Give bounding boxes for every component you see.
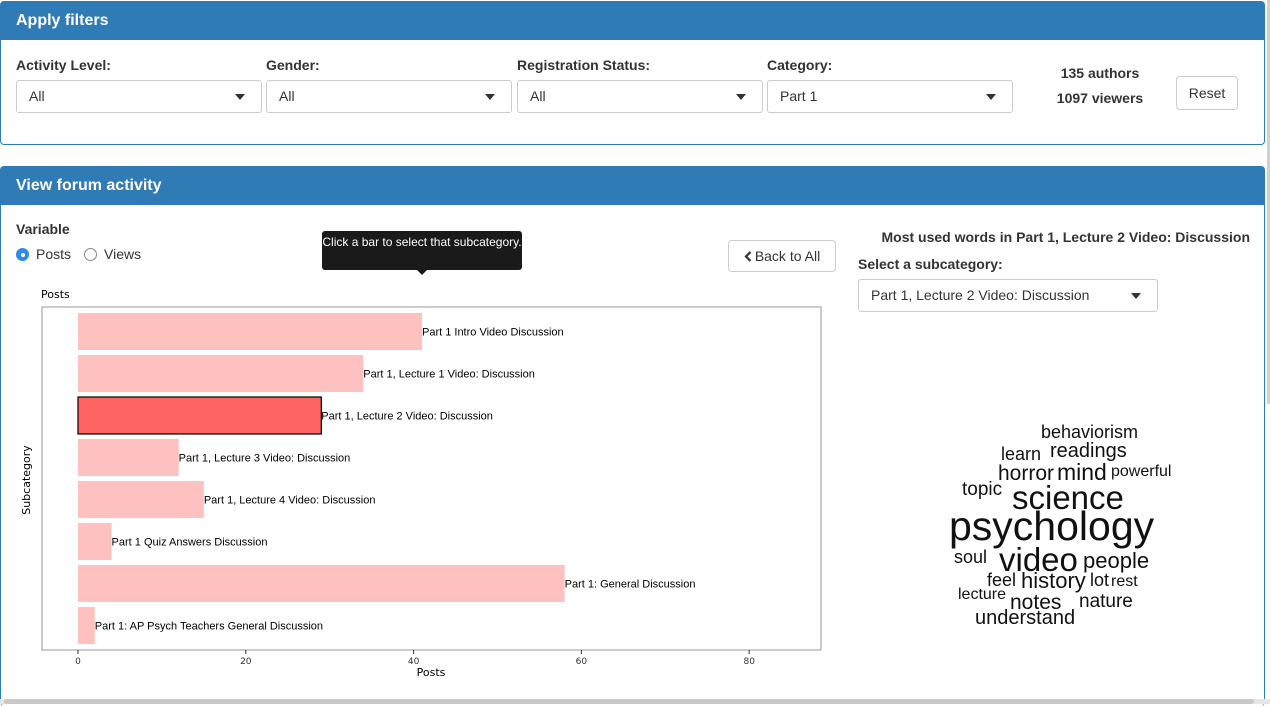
bar[interactable] [78,481,204,518]
x-tick-label: 60 [576,657,588,667]
chart-title: Posts [41,288,70,301]
radio-posts[interactable]: Posts [16,246,71,264]
gender-select[interactable]: All [266,80,512,113]
horizontal-scrollbar[interactable] [0,699,1270,704]
bar-label: Part 1 Quiz Answers Discussion [112,537,268,549]
x-tick-label: 20 [240,657,252,667]
subcategory-select[interactable]: Part 1, Lecture 2 Video: Discussion [858,279,1158,312]
radio-views[interactable]: Views [84,246,141,264]
registration-status-label: Registration Status: [517,57,651,73]
chevron-left-icon [744,251,752,262]
back-to-all-button[interactable]: Back to All [728,240,836,272]
bar-label: Part 1, Lecture 3 Video: Discussion [179,453,351,465]
bar-label: Part 1 Intro Video Discussion [422,327,564,339]
activity-level-select[interactable]: All [16,80,262,113]
x-axis-title: Posts [417,666,446,679]
variable-label: Variable [16,221,70,237]
bar-label: Part 1, Lecture 1 Video: Discussion [363,369,535,381]
counts: 135 authors 1097 viewers [1040,64,1160,114]
category-value: Part 1 [780,88,818,104]
x-tick-label: 80 [743,657,755,667]
chart-tooltip: Click a bar to select that subcategory. [322,231,522,275]
cloud-word: rest [1111,573,1138,590]
gender-value: All [279,88,295,104]
scrollbar-thumb[interactable] [4,699,1254,704]
bar[interactable] [78,523,112,560]
category-label: Category: [767,57,833,73]
bar[interactable] [78,565,565,602]
subcategory-value: Part 1, Lecture 2 Video: Discussion [871,287,1090,303]
cloud-word: lecture [958,586,1007,603]
cloud-word: soul [954,547,988,567]
subcategory-label: Select a subcategory: [858,256,1003,272]
category-select[interactable]: Part 1 [767,80,1013,113]
cloud-word: understand [975,607,1076,629]
filters-panel-title: Apply filters [1,2,1264,40]
cloud-word: behaviorism [1041,422,1139,442]
cloud-word: readings [1050,440,1127,462]
viewers-count: 1097 viewers [1056,90,1144,106]
bar[interactable] [77,396,322,435]
bar[interactable] [78,607,95,644]
cloud-word: lot [1090,570,1110,590]
posts-bar-chart: Posts Part 1 Intro Video Discussion Part … [20,288,822,679]
caret-down-icon [1131,293,1141,299]
activity-level-value: All [29,88,45,104]
bar-label: Part 1: General Discussion [565,579,696,591]
radio-views-label: Views [104,246,142,262]
cloud-word: people [1083,548,1150,573]
cloud-word: powerful [1111,463,1172,480]
y-axis-title: Subcategory [20,445,33,515]
gender-label: Gender: [266,57,320,73]
cloud-word: learn [1001,444,1042,464]
bar-label: Part 1, Lecture 2 Video: Discussion [321,411,493,423]
reset-button[interactable]: Reset [1176,76,1238,110]
radio-unchecked-icon [84,248,97,261]
cloud-word: nature [1079,591,1133,612]
registration-status-select[interactable]: All [517,80,763,113]
back-to-all-label: Back to All [754,248,821,264]
bar[interactable] [78,355,364,392]
cloud-word: history [1021,568,1086,593]
wordcloud-title: Most used words in Part 1, Lecture 2 Vid… [881,229,1251,245]
radio-posts-label: Posts [36,246,72,262]
x-axis: 0 20 40 60 80 [75,650,755,667]
caret-down-icon [485,94,495,100]
caret-down-icon [986,94,996,100]
authors-count: 135 authors [1060,65,1140,81]
bar[interactable] [78,439,179,476]
bar-label: Part 1, Lecture 4 Video: Discussion [204,495,376,507]
cloud-word: topic [962,479,1003,500]
bar[interactable] [78,313,422,350]
radio-checked-icon [16,248,29,261]
caret-down-icon [736,94,746,100]
registration-status-value: All [530,88,546,104]
bar-label: Part 1: AP Psych Teachers General Discus… [95,621,323,633]
forum-panel-title: View forum activity [1,167,1264,205]
x-tick-label: 0 [75,657,81,667]
activity-level-label: Activity Level: [16,57,111,73]
caret-down-icon [235,94,245,100]
